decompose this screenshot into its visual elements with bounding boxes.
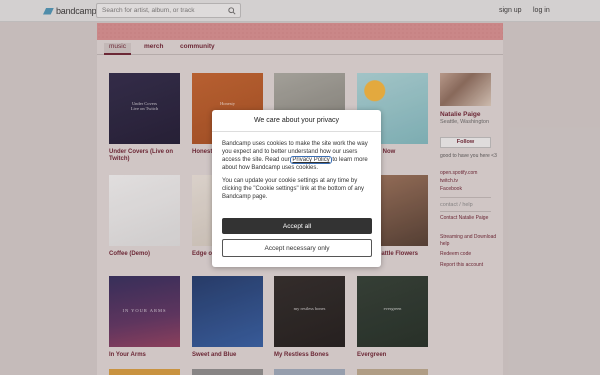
privacy-policy-link[interactable]: Privacy Policy bbox=[290, 156, 332, 164]
dialog-body: Bandcamp uses cookies to make the site w… bbox=[222, 140, 374, 206]
accept-all-button[interactable]: Accept all bbox=[222, 218, 372, 234]
accept-necessary-button[interactable]: Accept necessary only bbox=[222, 239, 372, 257]
cookie-consent-dialog: We care about your privacy Bandcamp uses… bbox=[212, 110, 381, 267]
dialog-title: We care about your privacy bbox=[212, 110, 381, 132]
cookie-settings-note: You can update your cookie settings at a… bbox=[222, 178, 364, 200]
cookie-explanation: Bandcamp uses cookies to make the site w… bbox=[222, 140, 374, 172]
